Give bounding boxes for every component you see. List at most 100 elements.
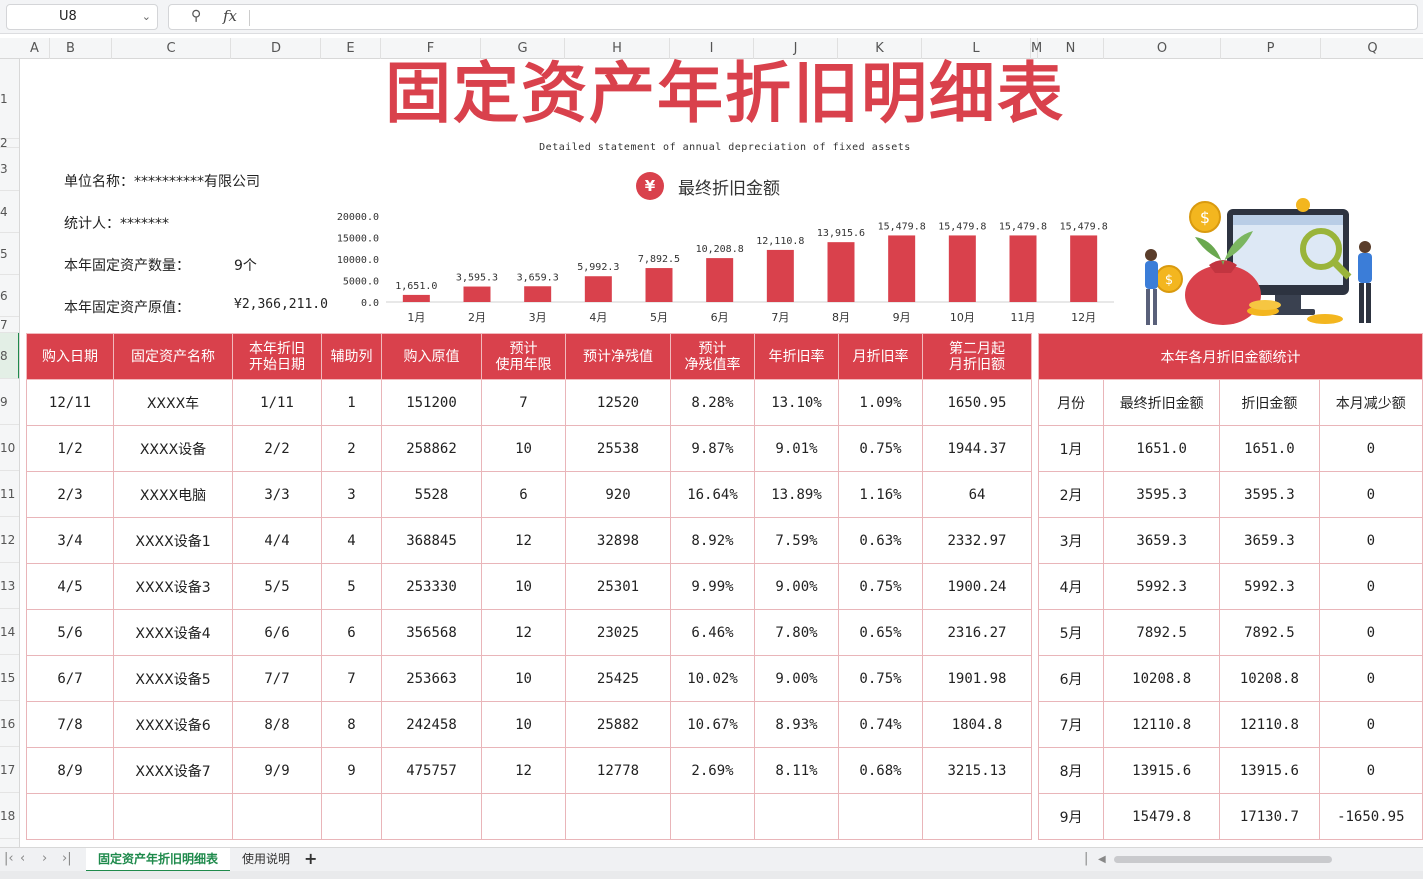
table-cell[interactable]: XXXX设备3 bbox=[113, 563, 233, 610]
side-table-cell[interactable]: 13915.6 bbox=[1103, 747, 1221, 794]
table-cell[interactable]: 8/9 bbox=[26, 747, 114, 794]
chart-bar[interactable] bbox=[948, 235, 976, 302]
table-cell[interactable]: 0.74% bbox=[838, 701, 923, 748]
table-cell[interactable]: 1 bbox=[321, 379, 382, 426]
table-cell[interactable] bbox=[670, 793, 755, 840]
table-cell[interactable]: 2 bbox=[321, 425, 382, 472]
table-cell[interactable]: XXXX设备6 bbox=[113, 701, 233, 748]
table-cell[interactable]: 1804.8 bbox=[922, 701, 1032, 748]
table-cell[interactable]: 8/8 bbox=[232, 701, 322, 748]
horizontal-scrollbar[interactable] bbox=[1114, 856, 1332, 863]
depreciation-chart[interactable]: 20000.0 15000.0 10000.0 5000.0 0.0 1,651.0 1月 3… bbox=[320, 205, 1120, 330]
side-table-cell[interactable]: 0 bbox=[1318, 609, 1423, 656]
table-cell[interactable] bbox=[838, 793, 923, 840]
side-table-cell[interactable]: 12110.8 bbox=[1103, 701, 1221, 748]
table-cell[interactable]: 3215.13 bbox=[922, 747, 1032, 794]
side-table-cell[interactable]: 3659.3 bbox=[1103, 517, 1221, 564]
table-cell[interactable]: 2332.97 bbox=[922, 517, 1032, 564]
side-table-cell[interactable]: 2月 bbox=[1037, 471, 1105, 518]
table-cell[interactable]: 9.01% bbox=[754, 425, 839, 472]
table-cell[interactable]: 12/11 bbox=[26, 379, 114, 426]
side-table-cell[interactable]: 17130.7 bbox=[1219, 793, 1320, 840]
table-cell[interactable]: XXXX电脑 bbox=[113, 471, 233, 518]
table-cell[interactable]: 10 bbox=[481, 425, 566, 472]
table-cell[interactable]: 13.89% bbox=[754, 471, 839, 518]
row-header-cell[interactable]: 15 bbox=[0, 655, 19, 701]
table-cell[interactable] bbox=[381, 793, 482, 840]
side-table-cell[interactable]: 7892.5 bbox=[1103, 609, 1221, 656]
table-cell[interactable]: 920 bbox=[565, 471, 671, 518]
table-cell[interactable]: 10 bbox=[481, 701, 566, 748]
chart-bar[interactable] bbox=[584, 276, 612, 302]
table-cell[interactable]: 368845 bbox=[381, 517, 482, 564]
table-cell[interactable]: 10 bbox=[481, 655, 566, 702]
table-cell[interactable]: 7.80% bbox=[754, 609, 839, 656]
side-table-cell[interactable]: 10208.8 bbox=[1219, 655, 1320, 702]
table-cell[interactable]: 10.67% bbox=[670, 701, 755, 748]
table-cell[interactable]: 12 bbox=[481, 517, 566, 564]
row-header-cell[interactable]: 3 bbox=[0, 148, 19, 191]
table-cell[interactable]: 23025 bbox=[565, 609, 671, 656]
name-box[interactable]: U8 ⌄ bbox=[6, 4, 158, 30]
chart-bar[interactable] bbox=[1009, 235, 1037, 302]
table-cell[interactable]: 3 bbox=[321, 471, 382, 518]
first-sheet-icon[interactable]: |‹ bbox=[4, 851, 14, 866]
column-header-cell[interactable]: D bbox=[232, 38, 321, 59]
chart-bar[interactable] bbox=[706, 258, 734, 302]
column-header-cell[interactable]: O bbox=[1104, 38, 1221, 59]
table-cell[interactable]: 25301 bbox=[565, 563, 671, 610]
table-cell[interactable]: 2/3 bbox=[26, 471, 114, 518]
side-table-cell[interactable]: 4月 bbox=[1037, 563, 1105, 610]
side-table-cell[interactable]: 3595.3 bbox=[1219, 471, 1320, 518]
chart-bar[interactable] bbox=[645, 268, 673, 302]
table-cell[interactable]: 151200 bbox=[381, 379, 482, 426]
table-cell[interactable]: 242458 bbox=[381, 701, 482, 748]
table-cell[interactable]: 25425 bbox=[565, 655, 671, 702]
side-table-cell[interactable]: 1月 bbox=[1037, 425, 1105, 472]
table-cell[interactable]: 4/4 bbox=[232, 517, 322, 564]
side-table-cell[interactable]: 0 bbox=[1318, 471, 1423, 518]
table-cell[interactable]: 258862 bbox=[381, 425, 482, 472]
side-table-cell[interactable]: 5992.3 bbox=[1219, 563, 1320, 610]
chart-bar[interactable] bbox=[402, 294, 430, 302]
row-header-cell[interactable]: 1 bbox=[0, 59, 19, 139]
table-cell[interactable]: 1/11 bbox=[232, 379, 322, 426]
row-header-cell[interactable]: 13 bbox=[0, 563, 19, 609]
chart-bar[interactable] bbox=[463, 286, 491, 302]
table-cell[interactable]: 6 bbox=[481, 471, 566, 518]
table-cell[interactable]: 64 bbox=[922, 471, 1032, 518]
table-cell[interactable]: 9.99% bbox=[670, 563, 755, 610]
table-cell[interactable]: 12778 bbox=[565, 747, 671, 794]
table-cell[interactable]: 1944.37 bbox=[922, 425, 1032, 472]
next-sheet-icon[interactable]: › bbox=[42, 851, 47, 866]
side-table-cell[interactable]: 0 bbox=[1318, 425, 1423, 472]
side-table-cell[interactable]: 7月 bbox=[1037, 701, 1105, 748]
table-cell[interactable]: 7.59% bbox=[754, 517, 839, 564]
table-cell[interactable]: 12 bbox=[481, 747, 566, 794]
table-cell[interactable]: 1.09% bbox=[838, 379, 923, 426]
side-table-cell[interactable]: 9月 bbox=[1037, 793, 1105, 840]
table-cell[interactable]: XXXX设备4 bbox=[113, 609, 233, 656]
table-cell[interactable]: 8.11% bbox=[754, 747, 839, 794]
table-cell[interactable]: 8.92% bbox=[670, 517, 755, 564]
table-cell[interactable]: 6.46% bbox=[670, 609, 755, 656]
side-table-cell[interactable]: 12110.8 bbox=[1219, 701, 1320, 748]
table-cell[interactable]: 2316.27 bbox=[922, 609, 1032, 656]
table-cell[interactable]: 25882 bbox=[565, 701, 671, 748]
table-cell[interactable]: 12520 bbox=[565, 379, 671, 426]
table-cell[interactable]: 16.64% bbox=[670, 471, 755, 518]
row-header-cell[interactable]: 7 bbox=[0, 317, 19, 333]
table-cell[interactable]: 0.75% bbox=[838, 425, 923, 472]
table-cell[interactable]: 7 bbox=[321, 655, 382, 702]
chart-bar[interactable] bbox=[1070, 235, 1098, 302]
table-cell[interactable]: 13.10% bbox=[754, 379, 839, 426]
side-table-cell[interactable]: 0 bbox=[1318, 701, 1423, 748]
formula-input[interactable]: ⚲ fx bbox=[168, 4, 1418, 30]
table-cell[interactable]: 0.63% bbox=[838, 517, 923, 564]
prev-sheet-icon[interactable]: ‹ bbox=[20, 851, 25, 866]
side-table-cell[interactable]: 7892.5 bbox=[1219, 609, 1320, 656]
chart-bar[interactable] bbox=[827, 242, 855, 302]
table-cell[interactable]: 5/5 bbox=[232, 563, 322, 610]
row-header-cell[interactable]: 9 bbox=[0, 379, 19, 425]
table-cell[interactable]: 8.28% bbox=[670, 379, 755, 426]
